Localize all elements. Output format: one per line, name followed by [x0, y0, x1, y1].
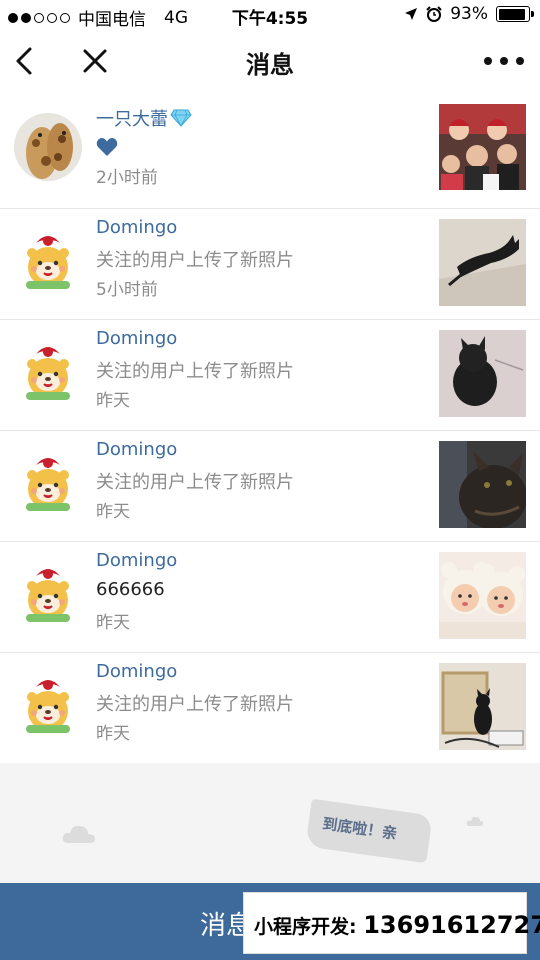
promo-text: 小程序开发: 13691612727 [254, 911, 540, 939]
message-time: 5小时前 [96, 280, 158, 300]
close-button[interactable] [78, 44, 112, 80]
more-options-button[interactable] [484, 46, 524, 76]
alarm-clock-icon [426, 6, 442, 22]
more-dots-icon [484, 57, 492, 65]
gem-icon [170, 109, 192, 127]
message-row[interactable]: Domingo 关注的用户上传了新照片 昨天 [0, 653, 540, 764]
message-time: 昨天 [96, 391, 130, 411]
end-of-list-flag: 到底啦！亲 [305, 798, 433, 864]
message-row[interactable]: 一只大蕾 2小时前 [0, 97, 540, 209]
message-text: 关注的用户上传了新照片 [96, 694, 294, 715]
navigation-bar: 消息 [0, 32, 540, 92]
message-time: 昨天 [96, 502, 130, 522]
sender-name[interactable]: Domingo [96, 328, 177, 349]
close-icon [83, 49, 107, 73]
battery-percent: 93% [450, 4, 488, 24]
list-end-footer: 到底啦！亲 [0, 763, 540, 883]
sender-name[interactable]: Domingo [96, 661, 177, 682]
babies-photo-thumbnail[interactable] [439, 552, 526, 639]
chevron-left-icon [16, 47, 32, 75]
message-text: 666666 [96, 579, 165, 600]
cartoon-bear-avatar[interactable] [22, 564, 74, 622]
message-row[interactable]: Domingo 关注的用户上传了新照片 5小时前 [0, 209, 540, 320]
back-button[interactable] [10, 44, 44, 80]
message-row[interactable]: Domingo 666666 昨天 [0, 542, 540, 653]
status-bar: 中国电信 4G 下午4:55 93% [0, 0, 540, 32]
battery-icon [496, 6, 534, 22]
message-text: 关注的用户上传了新照片 [96, 250, 294, 271]
sender-name-text: 一只大蕾 [96, 109, 168, 130]
more-dot [500, 57, 508, 65]
cloud-icon [62, 825, 95, 843]
message-time: 2小时前 [96, 168, 158, 188]
promo-overlay: 小程序开发: 13691612727 [243, 892, 540, 954]
end-of-list-text: 到底啦！亲 [321, 814, 399, 843]
message-time: 昨天 [96, 613, 130, 633]
sender-name[interactable]: Domingo [96, 217, 177, 238]
heart-icon [96, 138, 118, 156]
message-row[interactable]: Domingo 关注的用户上传了新照片 昨天 [0, 431, 540, 542]
family-photo-thumbnail[interactable] [439, 104, 526, 190]
sender-name[interactable]: Domingo [96, 439, 177, 460]
more-dot [516, 57, 524, 65]
promo-label: 小程序开发: [254, 916, 357, 938]
sender-name[interactable]: Domingo [96, 550, 177, 571]
cartoon-bear-avatar[interactable] [22, 675, 74, 733]
giraffe-avatar[interactable] [14, 113, 82, 181]
message-time: 昨天 [96, 724, 130, 744]
cat-photo-thumbnail[interactable] [439, 441, 526, 528]
cartoon-bear-avatar[interactable] [22, 231, 74, 289]
cloud-icon [466, 816, 484, 826]
location-arrow-icon [405, 8, 418, 20]
cartoon-bear-avatar[interactable] [22, 342, 74, 400]
promo-phone: 13691612727 [363, 911, 540, 939]
message-text: 关注的用户上传了新照片 [96, 361, 294, 382]
cat-photo-thumbnail[interactable] [439, 663, 526, 750]
message-list: 一只大蕾 2小时前 Domingo 关注的用户上传了新照片 5小时前 Domin… [0, 97, 540, 764]
status-bar-right: 93% [404, 4, 534, 24]
cat-photo-thumbnail[interactable] [439, 330, 526, 417]
cat-photo-thumbnail[interactable] [439, 219, 526, 306]
sender-name[interactable]: 一只大蕾 [96, 105, 192, 131]
message-text: 关注的用户上传了新照片 [96, 472, 294, 493]
cartoon-bear-avatar[interactable] [22, 453, 74, 511]
message-row[interactable]: Domingo 关注的用户上传了新照片 昨天 [0, 320, 540, 431]
